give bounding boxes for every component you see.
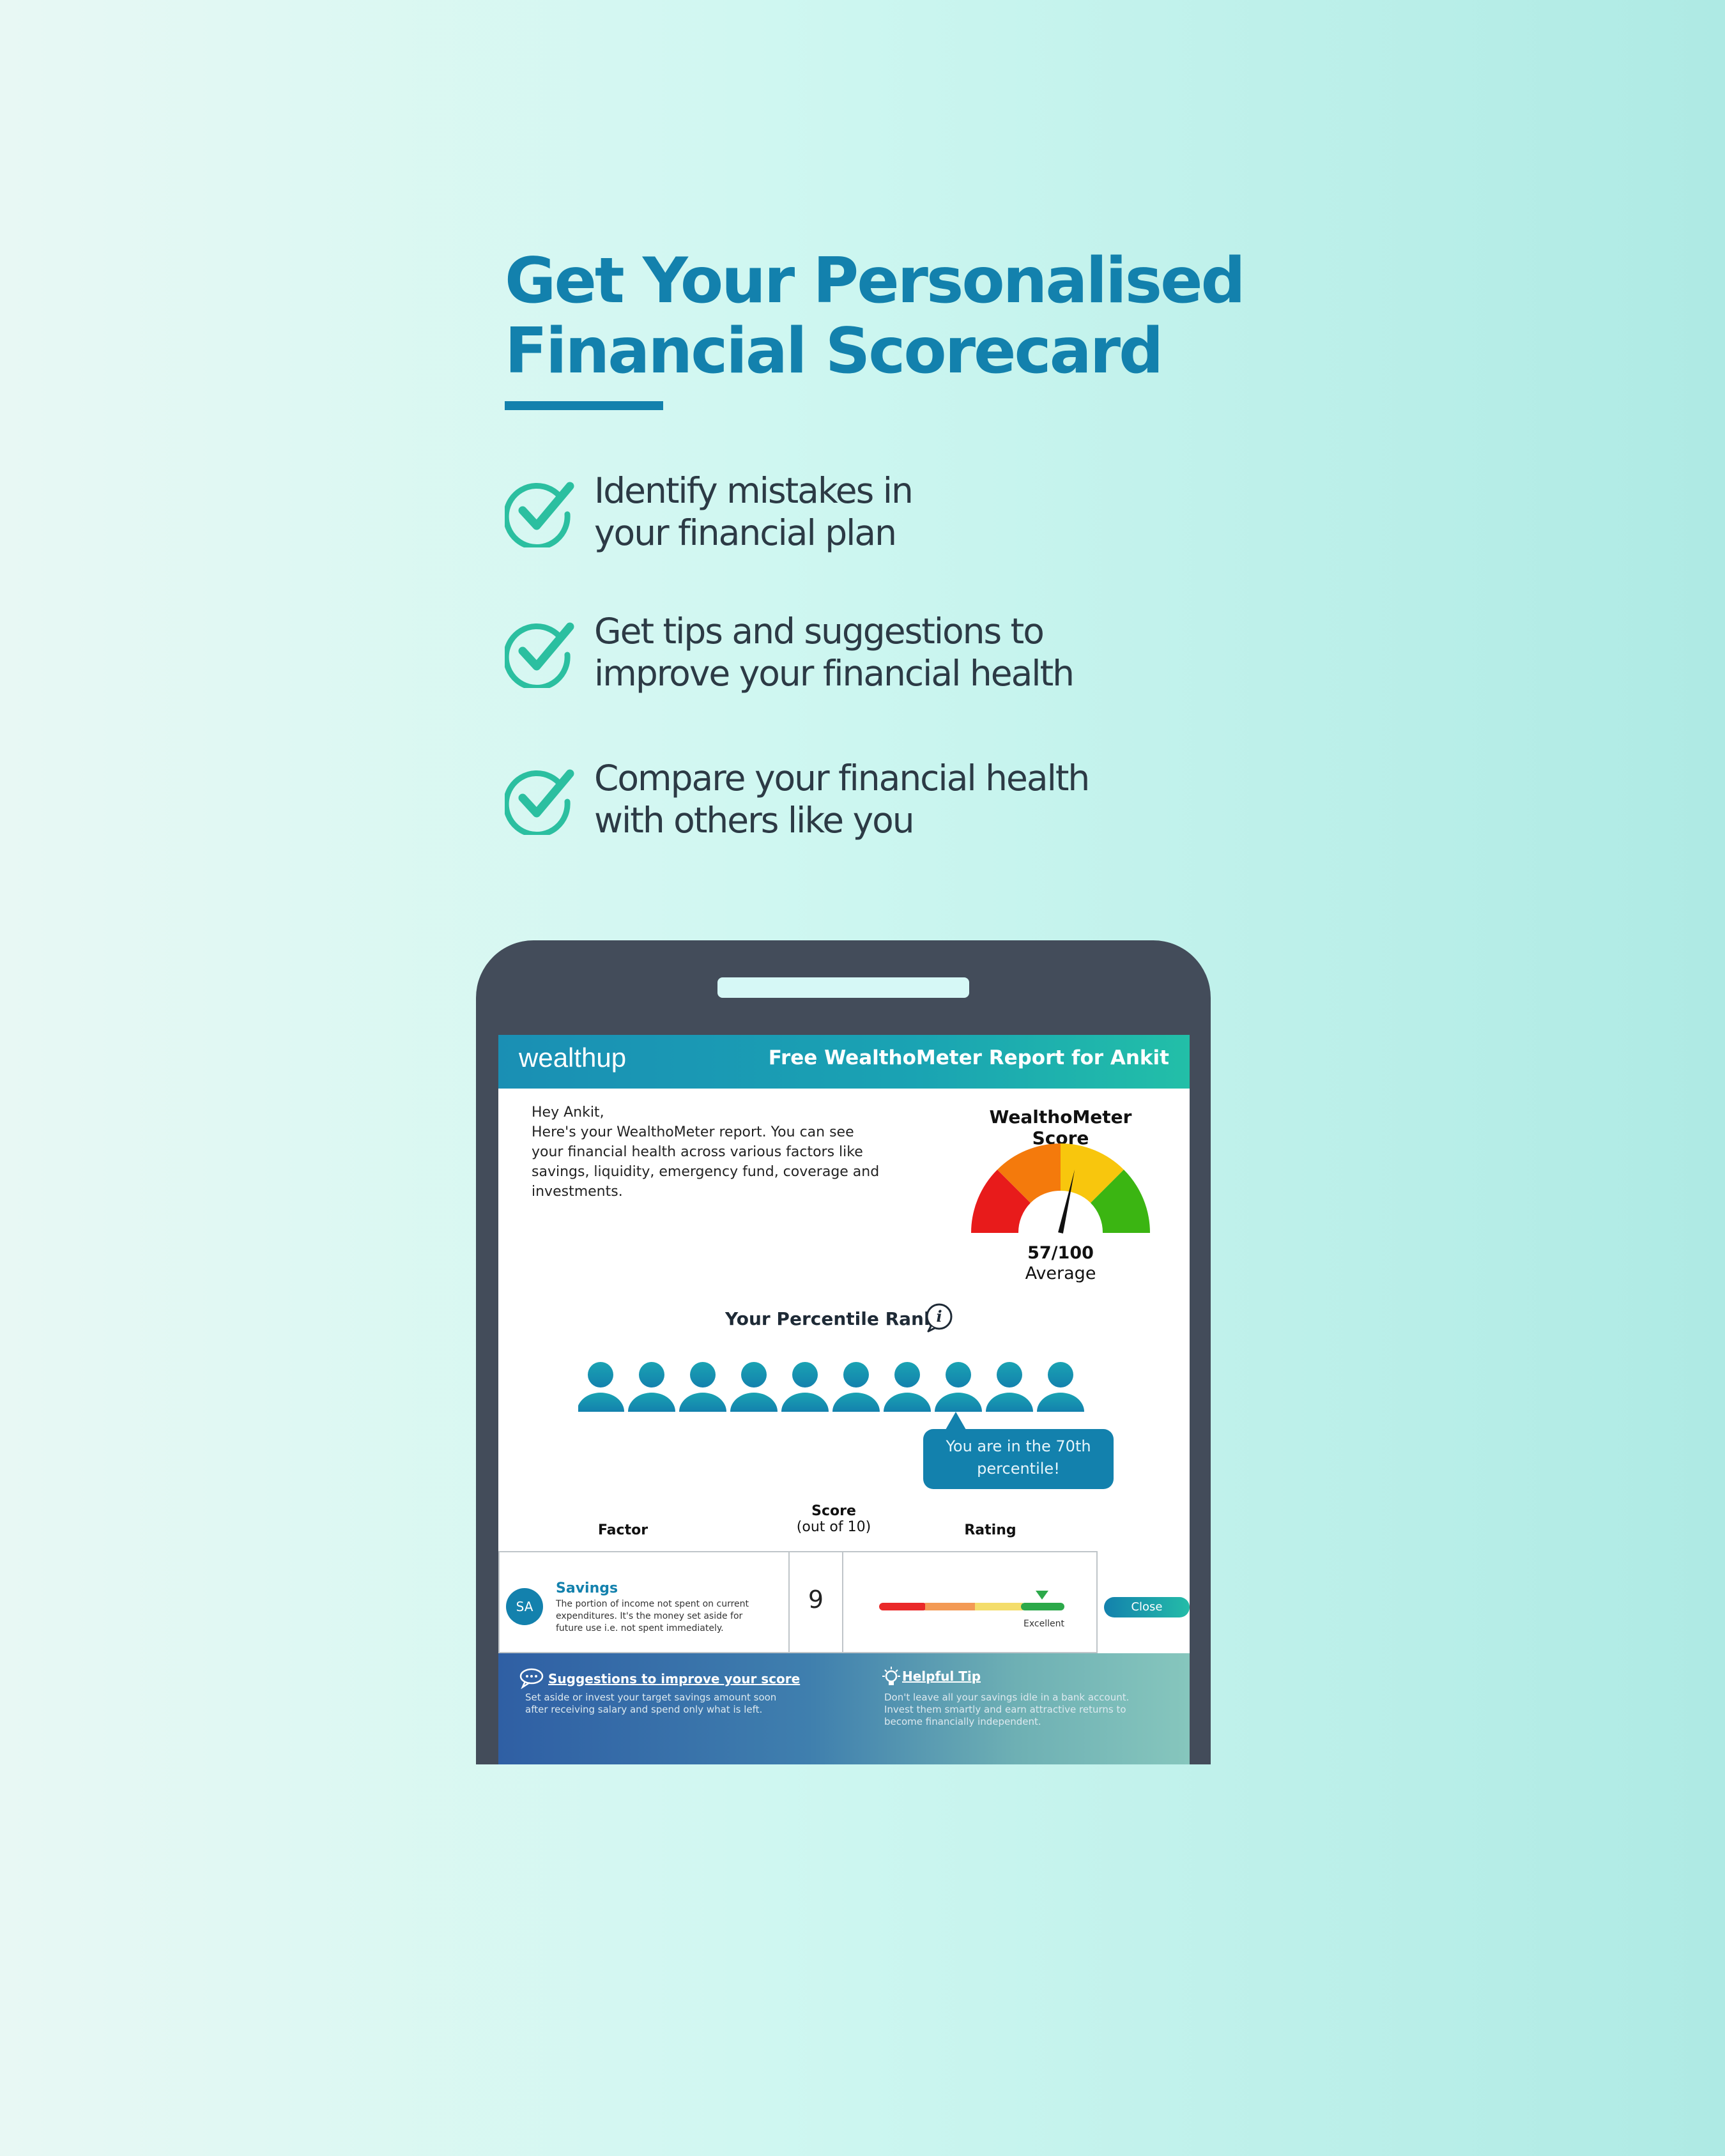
- banner-title: Free WealthoMeter Report for Ankit: [768, 1046, 1169, 1069]
- percentile-people-row: [578, 1362, 1084, 1412]
- percentile-title: Your Percentile Rank: [725, 1308, 936, 1329]
- column-header-factor: Factor: [597, 1522, 648, 1538]
- check-circle-icon: [505, 769, 574, 835]
- close-button[interactable]: Close: [1104, 1597, 1190, 1617]
- feature-item: Get tips and suggestions to improve your…: [505, 610, 1208, 700]
- person-icon: [935, 1362, 982, 1412]
- rating-segment-orange: [925, 1603, 975, 1610]
- suggestions-text: Set aside or invest your target savings …: [525, 1692, 777, 1715]
- person-icon: [832, 1362, 880, 1412]
- person-icon: [884, 1362, 931, 1412]
- check-circle-icon: [505, 482, 574, 547]
- report-screen: wealthup Free WealthoMeter Report for An…: [498, 1035, 1190, 1764]
- feature-line: your financial plan: [594, 512, 897, 553]
- rating-marker-icon: [1036, 1591, 1048, 1600]
- column-header-score: Score (out of 10): [773, 1503, 894, 1535]
- info-icon[interactable]: i: [923, 1302, 955, 1334]
- report-footer: Suggestions to improve your score Set as…: [498, 1653, 1190, 1764]
- person-icon: [578, 1362, 624, 1412]
- page-title: Get Your Personalised Financial Scorecar…: [505, 246, 1271, 386]
- feature-line: Get tips and suggestions to: [594, 611, 1045, 652]
- person-icon: [781, 1362, 829, 1412]
- title-line-2: Financial Scorecard: [505, 315, 1163, 388]
- rating-segment-yellow: [975, 1603, 1023, 1610]
- table-row: SA Savings The portion of income not spe…: [498, 1551, 1190, 1653]
- suggestions-title[interactable]: Suggestions to improve your score: [548, 1671, 800, 1686]
- factor-description: The portion of income not spent on curre…: [556, 1599, 749, 1633]
- score-header-label: Score: [811, 1503, 856, 1519]
- feature-text: Compare your financial health with other…: [594, 757, 1195, 841]
- wealthometer-gauge: [971, 1143, 1150, 1234]
- title-line-1: Get Your Personalised: [505, 245, 1246, 317]
- person-icon: [730, 1362, 778, 1412]
- greeting-text: Hey Ankit, Here's your WealthoMeter repo…: [532, 1103, 889, 1202]
- helpful-tip-text: Don't leave all your savings idle in a b…: [884, 1692, 1130, 1727]
- score-value: 57/100: [1027, 1243, 1094, 1263]
- person-icon: [628, 1362, 675, 1412]
- svg-text:i: i: [936, 1307, 942, 1326]
- greeting-salutation: Hey Ankit,: [532, 1105, 604, 1120]
- factor-cell: SA Savings The portion of income not spe…: [498, 1551, 790, 1653]
- rating-bar: [879, 1591, 1064, 1610]
- rating-segment-red: [879, 1603, 927, 1610]
- feature-line: improve your financial health: [594, 653, 1075, 694]
- person-icon: [986, 1362, 1033, 1412]
- factor-name: Savings: [556, 1580, 618, 1596]
- factor-score: 9: [808, 1586, 824, 1614]
- column-header-rating: Rating: [964, 1522, 1016, 1538]
- person-icon: [679, 1362, 726, 1412]
- feature-text: Get tips and suggestions to improve your…: [594, 610, 1195, 694]
- helpful-tip-title[interactable]: Helpful Tip: [902, 1669, 981, 1684]
- feature-item: Compare your financial health with other…: [505, 757, 1208, 846]
- check-circle-icon: [505, 622, 574, 688]
- rating-label: Excellent: [1023, 1619, 1064, 1629]
- lightbulb-icon: [882, 1667, 900, 1685]
- factor-badge: SA: [506, 1588, 543, 1625]
- wealthup-logo[interactable]: wealthup: [519, 1043, 626, 1073]
- score-header-sub: (out of 10): [796, 1519, 871, 1535]
- feature-text: Identify mistakes in your financial plan: [594, 470, 1195, 554]
- score-cell: 9: [788, 1551, 843, 1653]
- feature-line: with others like you: [594, 800, 915, 841]
- speech-bubble-icon: [519, 1668, 544, 1689]
- rating-cell: Excellent: [842, 1551, 1098, 1653]
- feature-line: Identify mistakes in: [594, 470, 914, 511]
- bubble-tail: [946, 1412, 966, 1430]
- feature-item: Identify mistakes in your financial plan: [505, 470, 1208, 559]
- percentile-bubble: You are in the 70th percentile!: [923, 1429, 1114, 1489]
- phone-speaker: [717, 977, 969, 998]
- score-category: Average: [1025, 1264, 1096, 1283]
- person-icon: [1037, 1362, 1084, 1412]
- rating-segment-green: [1021, 1603, 1064, 1610]
- title-underline: [505, 401, 663, 410]
- report-banner: wealthup Free WealthoMeter Report for An…: [498, 1035, 1190, 1089]
- feature-line: Compare your financial health: [594, 758, 1090, 799]
- greeting-body: Here's your WealthoMeter report. You can…: [532, 1124, 880, 1200]
